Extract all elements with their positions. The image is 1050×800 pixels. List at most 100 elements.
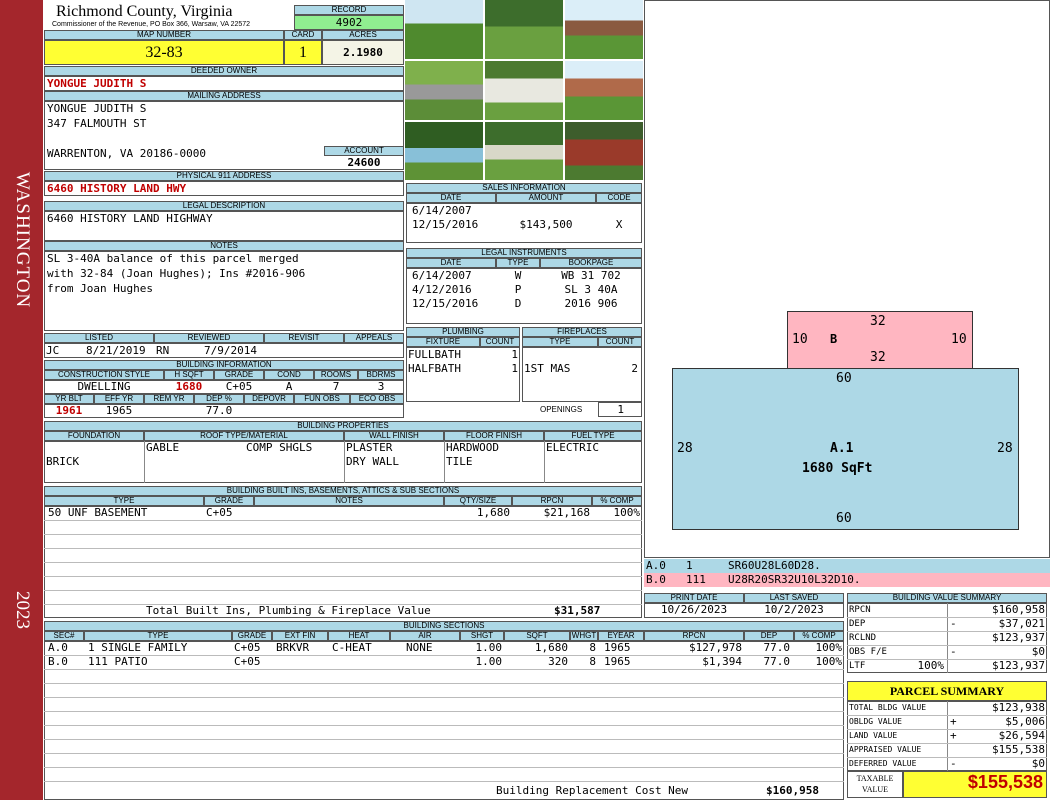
sales-h-code: CODE: [596, 193, 642, 203]
prop-h-floor: FLOOR FINISH: [444, 431, 544, 441]
bvs-dep-value: $37,021: [998, 617, 1045, 630]
listed-date: 8/21/2019: [86, 344, 146, 357]
legend-b-id: B.0: [646, 573, 666, 586]
mailing-line-3: WARRENTON, VA 20186-0000: [47, 147, 206, 160]
parcel-appraised-value: $155,538: [992, 743, 1045, 756]
photo-8: [485, 122, 563, 180]
sec-1-grade: C+05: [234, 641, 261, 654]
sec-h-type: TYPE: [84, 631, 232, 641]
bi-h-effyr: EFF YR: [94, 394, 144, 404]
inst-3-type: D: [514, 297, 522, 310]
plumb-1-count: 1: [511, 348, 518, 361]
prop-wall-2: DRY WALL: [346, 455, 399, 468]
builtin-1-qty: 1,680: [476, 506, 510, 519]
builtin-1-type: 50 UNF BASEMENT: [48, 506, 148, 519]
replacement-cost-label: Building Replacement Cost New: [496, 784, 689, 797]
photo-4: [405, 61, 483, 120]
sec-1-whgt: 8: [589, 641, 596, 654]
photo-3: [565, 0, 643, 59]
sec-h-shgt: SHGT: [460, 631, 504, 641]
prop-roof-type: GABLE: [146, 441, 180, 454]
builtins-total-value: $31,587: [554, 604, 601, 617]
photo-1: [405, 0, 483, 59]
plumbing-header: PLUMBING: [406, 327, 520, 337]
bi-effyr: 1965: [105, 404, 133, 417]
sec-1-dep: 77.0: [763, 641, 791, 654]
sec-1-sqft: 1,680: [534, 641, 568, 654]
plumb-1-fixture: FULLBATH: [408, 348, 461, 361]
inst-h-date: DATE: [406, 258, 496, 268]
deeded-owner-value: YONGUE JUDITH S: [47, 77, 147, 90]
fire-h-count: COUNT: [598, 337, 642, 347]
prop-h-fuel: FUEL TYPE: [544, 431, 642, 441]
photo-7: [405, 122, 483, 180]
reviewed-date: 7/9/2014: [204, 344, 257, 357]
sketch-a-bottom: 60: [836, 511, 852, 526]
sketch-a-right: 28: [997, 441, 1013, 456]
parcel-land-label: LAND VALUE: [849, 731, 898, 740]
openings-value: 1: [617, 403, 624, 416]
sec-h-comp: % COMP: [794, 631, 844, 641]
sec-1-rpcn: $127,978: [689, 641, 742, 654]
bi-h-cond: COND: [264, 370, 314, 380]
legend-a-code: 1: [686, 559, 693, 572]
sidebar-year-label: 2023: [12, 591, 33, 629]
notes-line-2: with 32-84 (Joan Hughes); Ins #2016-906: [47, 267, 306, 280]
openings-label: OPENINGS: [540, 405, 583, 414]
plumb-2-fixture: HALFBATH: [408, 362, 461, 375]
fireplaces-header: FIREPLACES: [522, 327, 642, 337]
record-value: 4902: [294, 15, 404, 30]
prop-roof-material: COMP SHGLS: [246, 441, 313, 454]
bvs-ltf-pct: 100%: [917, 659, 945, 672]
bi2-h-rpcn: RPCN: [512, 496, 592, 506]
bi2-h-comp: % COMP: [592, 496, 642, 506]
mailing-line-1: YONGUE JUDITH S: [47, 102, 147, 115]
sec-h-grade: GRADE: [232, 631, 272, 641]
bvs-ltf-label: LTF: [849, 661, 866, 671]
sketch-b-right: 10: [951, 332, 967, 347]
sketch-b-label: B: [830, 332, 838, 346]
sec-1-ext: BRKVR: [276, 641, 310, 654]
bi-rooms: 7: [332, 380, 340, 393]
sec-2-whgt: 8: [589, 655, 596, 668]
sec-h-sqft: SQFT: [504, 631, 570, 641]
sec-h-eyear: EYEAR: [598, 631, 644, 641]
sale-1-date: 6/14/2007: [412, 204, 472, 217]
notes-line-1: SL 3-40A balance of this parcel merged: [47, 252, 299, 265]
properties-header: BUILDING PROPERTIES: [44, 421, 642, 431]
inst-h-type: TYPE: [496, 258, 540, 268]
reviewed-by: RN: [156, 344, 170, 357]
inst-2-type: P: [514, 283, 522, 296]
parcel-summary-title: PARCEL SUMMARY: [847, 681, 1047, 701]
notes-line-3: from Joan Hughes: [47, 282, 153, 295]
inst-2-bookpage: SL 3 40A: [564, 283, 618, 296]
legal-description-value: 6460 HISTORY LAND HIGHWAY: [47, 212, 213, 225]
bi2-h-qty: QTY/SIZE: [444, 496, 512, 506]
sales-h-amount: AMOUNT: [496, 193, 596, 203]
bvs-ltf-value: $123,937: [992, 659, 1045, 672]
sec-1-air: NONE: [406, 641, 433, 654]
sec-h-heat: HEAT: [328, 631, 390, 641]
bi-dep: 77.0: [205, 404, 233, 417]
mailing-line-2: 347 FALMOUTH ST: [47, 117, 147, 130]
bi-h-rooms: ROOMS: [314, 370, 358, 380]
print-date-header: PRINT DATE: [644, 593, 744, 603]
builtins-total-label: Total Built Ins, Plumbing & Fireplace Va…: [146, 604, 431, 617]
deeded-owner-header: DEEDED OWNER: [44, 66, 404, 76]
bi-grade: C+05: [225, 380, 253, 393]
sec-2-rpcn: $1,394: [702, 655, 742, 668]
sec-2-eyear: 1965: [604, 655, 631, 668]
photo-2: [485, 0, 563, 59]
parcel-appraised-label: APPRAISED VALUE: [849, 745, 922, 754]
notes-header: NOTES: [44, 241, 404, 251]
bi-h-funobs: FUN OBS: [294, 394, 350, 404]
plumb-h-fixture: FIXTURE: [406, 337, 480, 347]
bi2-h-grade: GRADE: [204, 496, 254, 506]
building-info-header: BUILDING INFORMATION: [44, 360, 404, 370]
sale-2-amount: $143,500: [519, 218, 573, 231]
bi-h-remyr: REM YR: [144, 394, 194, 404]
sec-h-whgt: WHGT: [570, 631, 598, 641]
taxable-value: $155,538: [967, 772, 1043, 792]
revisit-header: REVISIT: [264, 333, 344, 343]
physical-address-header: PHYSICAL 911 ADDRESS: [44, 171, 404, 181]
